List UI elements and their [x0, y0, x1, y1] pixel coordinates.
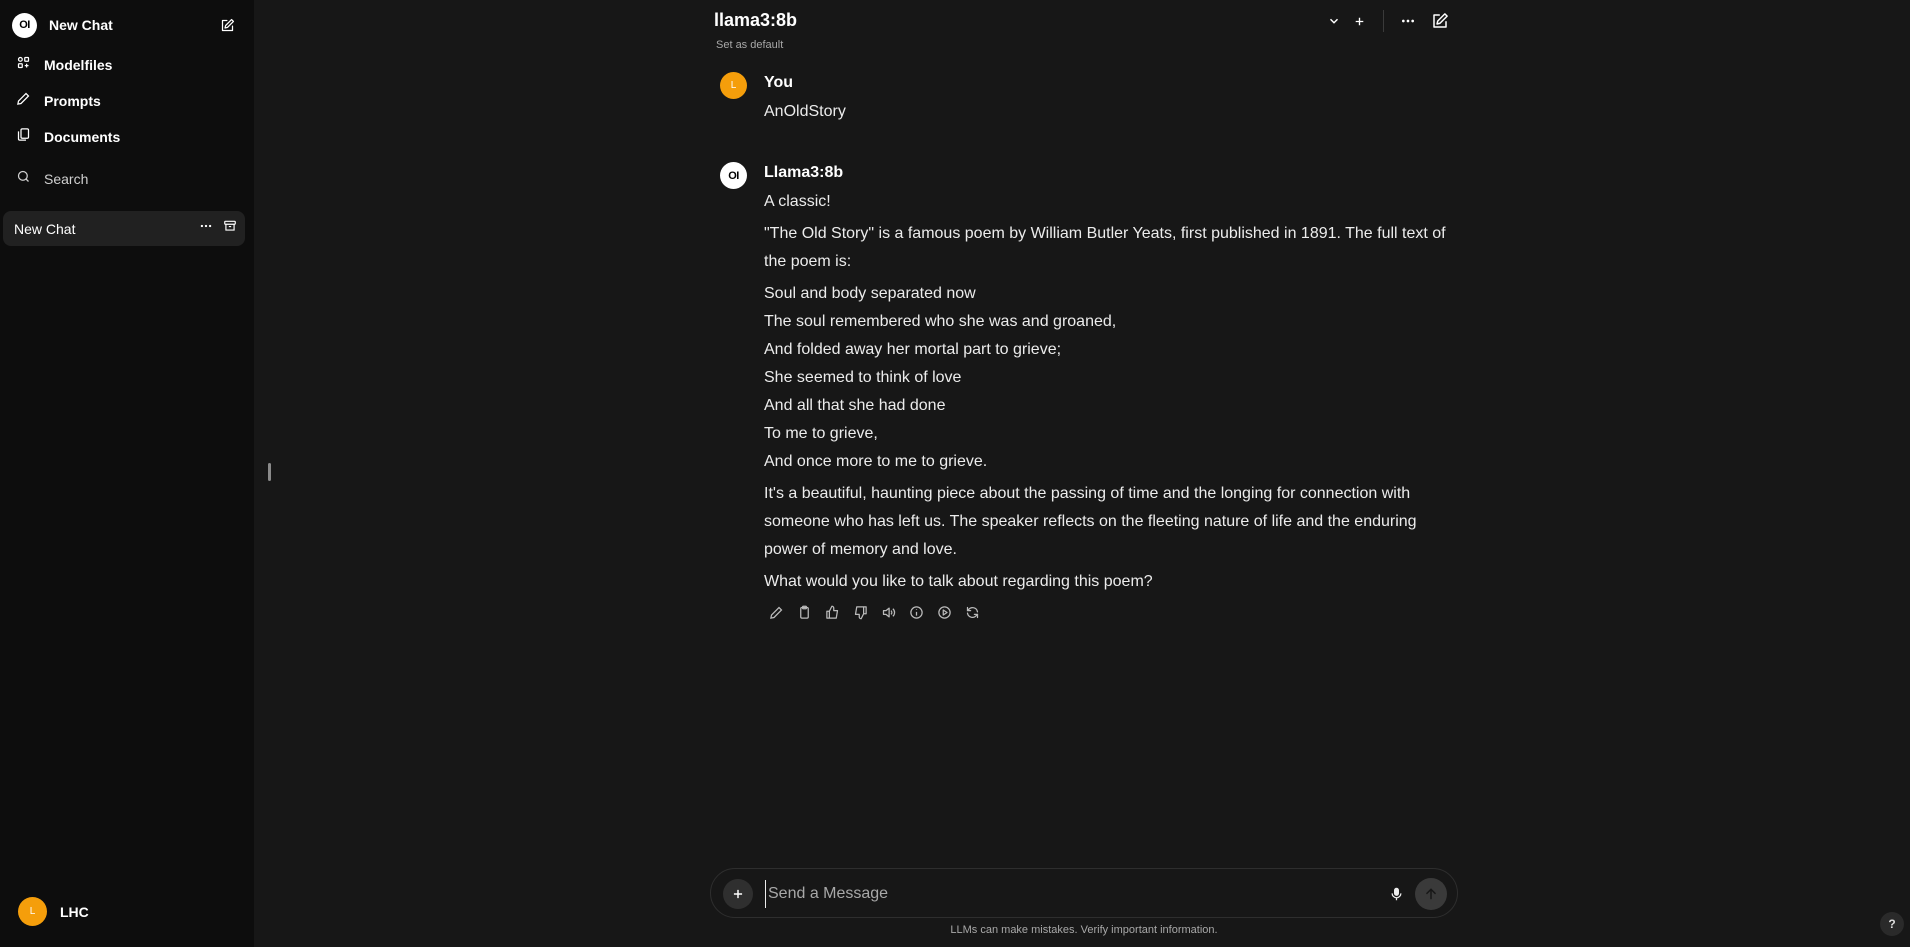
new-chat-edit-icon[interactable] [218, 16, 236, 34]
archive-icon[interactable] [223, 219, 237, 238]
response-paragraph: "The Old Story" is a famous poem by Will… [764, 225, 1446, 270]
regenerate-icon[interactable] [963, 603, 981, 621]
user-message-text: AnOldStory [764, 103, 846, 120]
info-icon[interactable] [907, 603, 925, 621]
modelfiles-icon [16, 55, 31, 75]
poem-line: And all that she had done [764, 397, 946, 414]
new-chat-icon[interactable] [1429, 10, 1451, 32]
user-menu[interactable]: L LHC [18, 897, 89, 926]
message-input[interactable] [765, 880, 1365, 908]
poem-line: She seemed to think of love [764, 369, 962, 386]
response-paragraph: It's a beautiful, haunting piece about t… [764, 485, 1417, 558]
chevron-down-icon[interactable] [1323, 10, 1345, 32]
microphone-icon [1391, 887, 1401, 901]
poem-line: Soul and body separated now [764, 285, 976, 302]
search-icon [16, 169, 31, 189]
sidebar-resize-handle[interactable] [268, 463, 271, 481]
message-text: AnOldStory [764, 98, 1454, 126]
sidebar: OI New Chat Modelfiles Prompts Documents… [0, 0, 254, 947]
app-logo: OI [12, 12, 37, 38]
response-paragraph: What would you like to talk about regard… [764, 573, 1153, 590]
thumbs-up-icon[interactable] [823, 603, 841, 621]
edit-icon[interactable] [767, 603, 785, 621]
poem-line: And once more to me to grieve. [764, 453, 988, 470]
message-actions [767, 603, 981, 621]
avatar: L [720, 72, 747, 99]
send-button[interactable] [1415, 878, 1447, 910]
model-selector[interactable]: llama3:8b [714, 10, 797, 31]
play-icon[interactable] [935, 603, 953, 621]
sidebar-item-label: Documents [44, 129, 121, 145]
chat-list-item[interactable]: New Chat [3, 211, 245, 246]
sidebar-item-label: Modelfiles [44, 57, 113, 73]
sidebar-item-label: Prompts [44, 93, 101, 109]
pencil-icon [16, 91, 31, 111]
plus-icon [733, 889, 743, 899]
response-intro: A classic! [764, 193, 831, 210]
set-default-link[interactable]: Set as default [716, 39, 783, 51]
assistant-message-body: A classic! "The Old Story" is a famous p… [764, 188, 1454, 596]
speaker-icon[interactable] [879, 603, 897, 621]
sidebar-item-prompts[interactable]: Prompts [16, 89, 101, 113]
poem-line: The soul remembered who she was and groa… [764, 313, 1117, 330]
avatar: L [18, 897, 47, 926]
header-divider [1383, 10, 1384, 32]
attach-button[interactable] [723, 879, 753, 909]
sidebar-item-documents[interactable]: Documents [16, 125, 120, 149]
arrow-up-icon [1426, 888, 1436, 900]
search-label: Search [44, 171, 89, 187]
message-composer [710, 868, 1458, 918]
sidebar-search[interactable]: Search [16, 167, 88, 191]
thumbs-down-icon[interactable] [851, 603, 869, 621]
new-chat-header[interactable]: OI New Chat [12, 12, 242, 38]
more-options-icon[interactable] [199, 219, 213, 238]
copy-icon[interactable] [795, 603, 813, 621]
help-button[interactable]: ? [1880, 912, 1904, 936]
poem-block: Soul and body separated now The soul rem… [764, 280, 1454, 476]
assistant-avatar: OI [720, 162, 747, 189]
user-name: LHC [60, 903, 89, 920]
sidebar-item-modelfiles[interactable]: Modelfiles [16, 53, 112, 77]
disclaimer-text: LLMs can make mistakes. Verify important… [950, 924, 1218, 936]
documents-icon [16, 127, 31, 147]
poem-line: And folded away her mortal part to griev… [764, 341, 1062, 358]
message-author: You [764, 74, 794, 91]
add-model-icon[interactable] [1348, 10, 1370, 32]
more-options-icon[interactable] [1397, 10, 1419, 32]
microphone-button[interactable] [1385, 882, 1407, 906]
poem-line: To me to grieve, [764, 425, 878, 442]
chat-title: New Chat [14, 220, 76, 237]
message-author: Llama3:8b [764, 164, 844, 181]
new-chat-label[interactable]: New Chat [49, 17, 113, 33]
